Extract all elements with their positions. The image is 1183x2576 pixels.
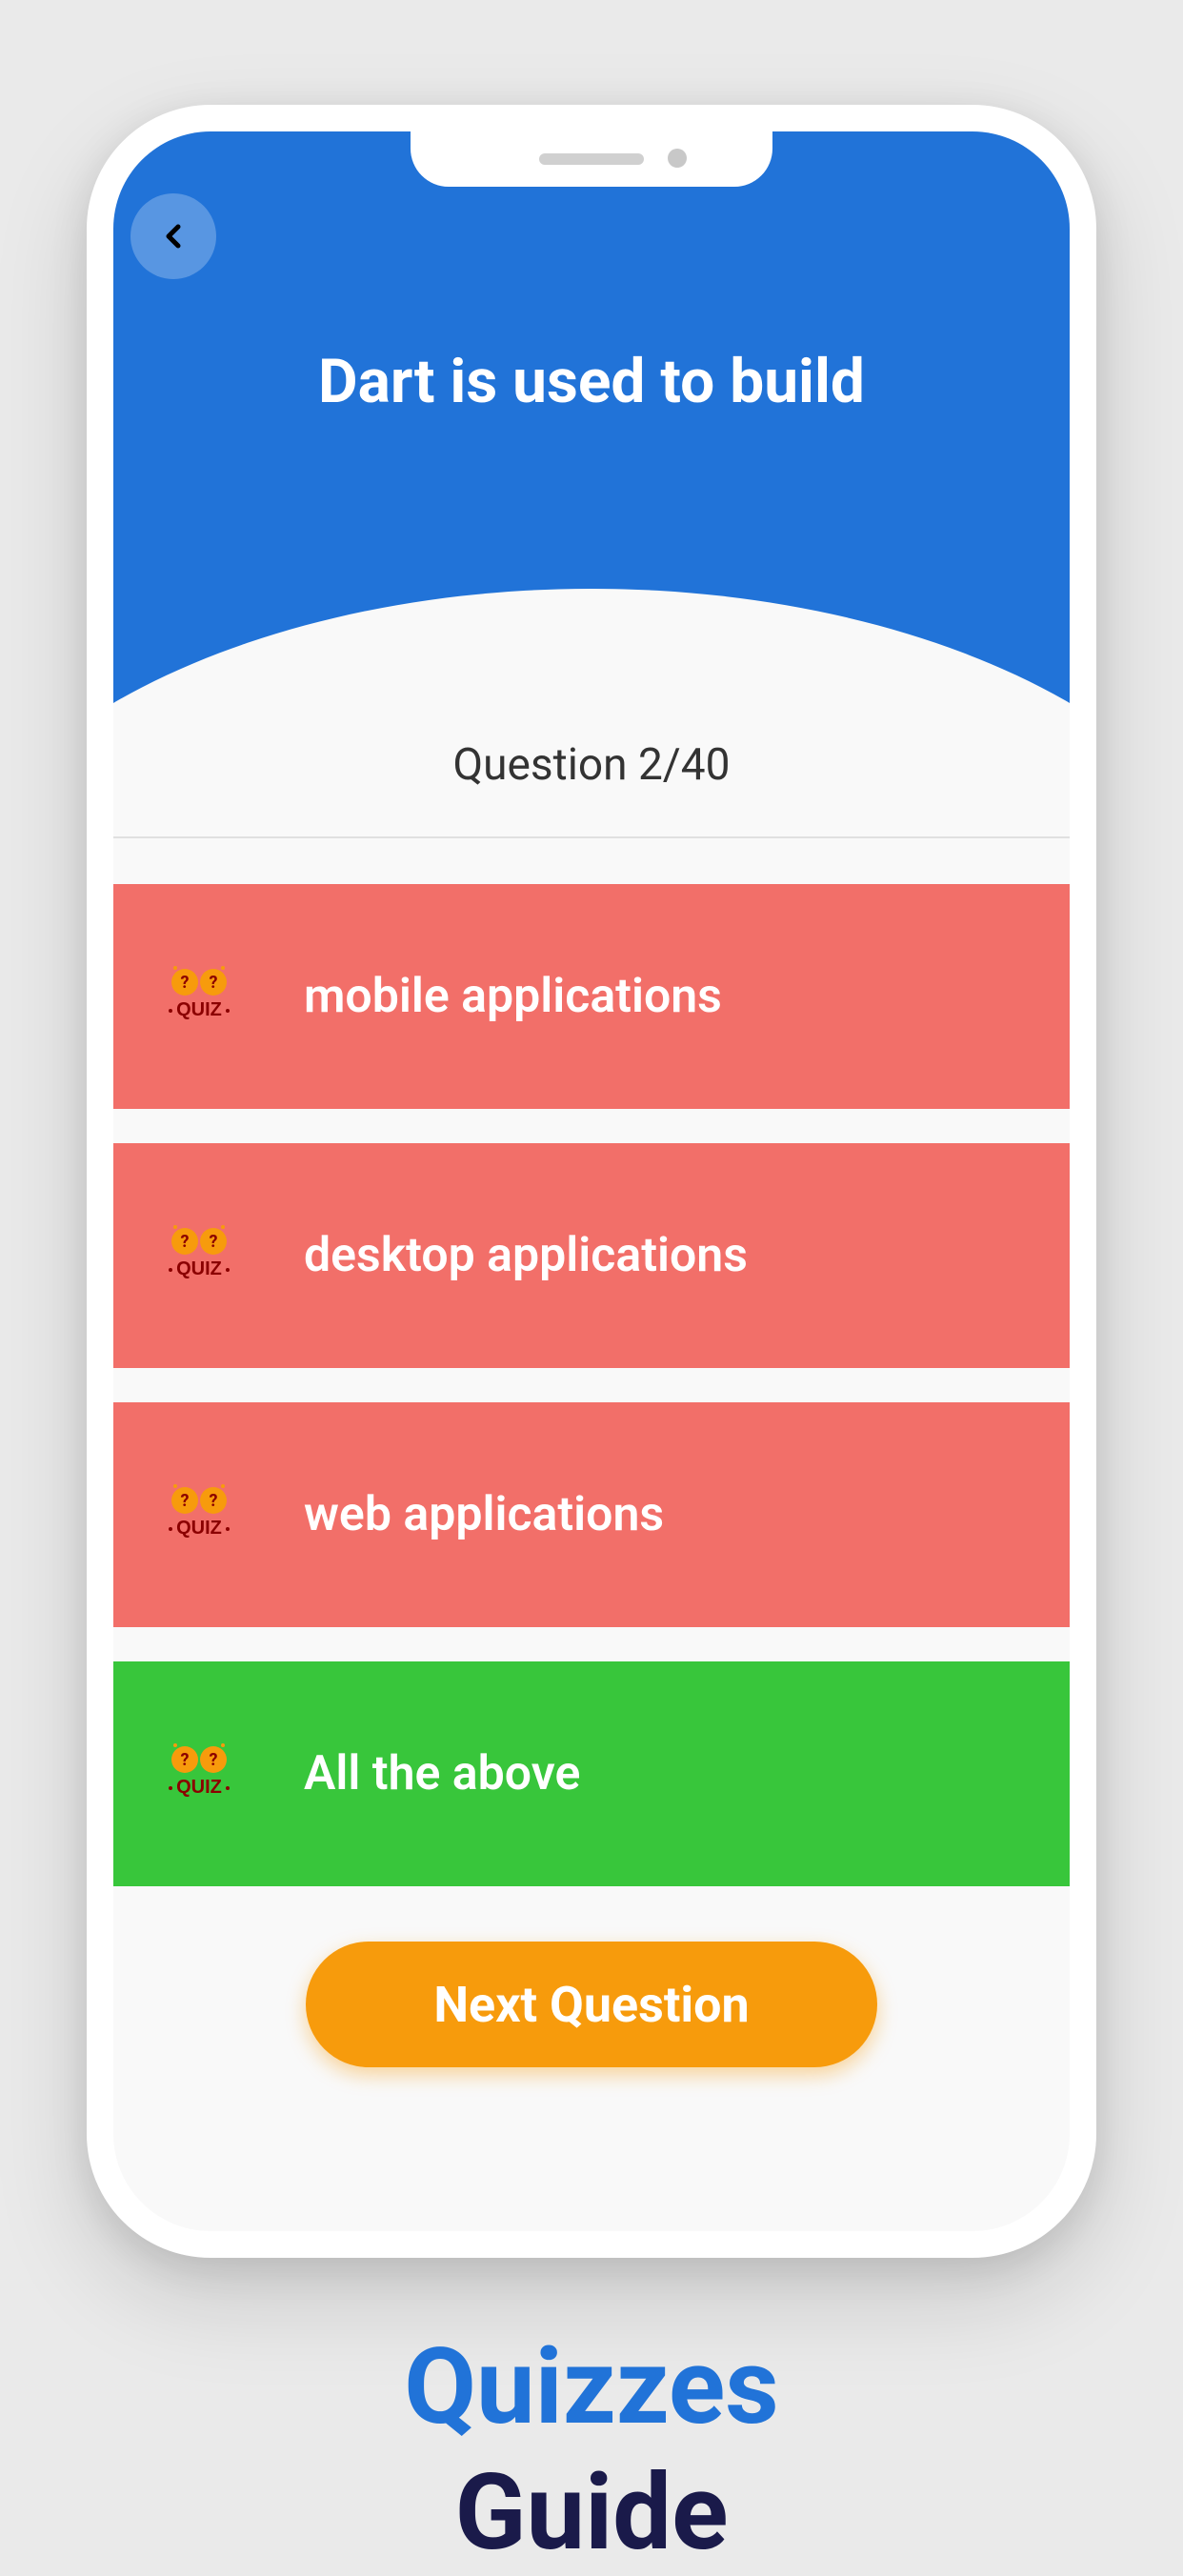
- divider: [113, 836, 1070, 838]
- svg-text:QUIZ: QUIZ: [176, 1258, 222, 1279]
- quiz-icon: ? ? QUIZ: [161, 1218, 237, 1294]
- svg-text:?: ?: [181, 973, 190, 993]
- option-text: mobile applications: [304, 969, 722, 1024]
- svg-text:?: ?: [210, 1491, 218, 1511]
- option-2[interactable]: ? ? QUIZ desktop applications: [113, 1143, 1070, 1368]
- option-text: desktop applications: [304, 1228, 748, 1283]
- speaker-grille: [539, 153, 644, 165]
- option-3[interactable]: ? ? QUIZ web applications: [113, 1402, 1070, 1627]
- question-counter: Question 2/40: [113, 739, 1070, 791]
- quiz-icon: ? ? QUIZ: [161, 1477, 237, 1553]
- phone-notch: [411, 131, 772, 187]
- svg-text:?: ?: [181, 1491, 190, 1511]
- next-question-button[interactable]: Next Question: [306, 1942, 877, 2067]
- back-button[interactable]: [130, 193, 216, 279]
- svg-text:?: ?: [181, 1232, 190, 1252]
- marketing-caption: Quizzes Guide: [0, 2324, 1183, 2576]
- phone-screen: Dart is used to build Question 2/40 ? ? …: [113, 131, 1070, 2231]
- question-title: Dart is used to build: [113, 346, 1070, 417]
- options-container: ? ? QUIZ mobile applications: [113, 884, 1070, 1921]
- quiz-icon: ? ? QUIZ: [161, 958, 237, 1035]
- svg-text:?: ?: [210, 973, 218, 993]
- option-1[interactable]: ? ? QUIZ mobile applications: [113, 884, 1070, 1109]
- chevron-left-icon: [154, 217, 192, 255]
- quiz-header: Dart is used to build: [113, 131, 1070, 732]
- option-4[interactable]: ? ? QUIZ All the above: [113, 1661, 1070, 1886]
- header-curve: [113, 589, 1070, 732]
- option-text: web applications: [304, 1487, 664, 1542]
- phone-frame: Dart is used to build Question 2/40 ? ? …: [87, 105, 1096, 2258]
- svg-text:?: ?: [181, 1750, 190, 1770]
- front-camera: [668, 149, 687, 168]
- svg-text:?: ?: [210, 1232, 218, 1252]
- svg-text:QUIZ: QUIZ: [176, 1518, 222, 1539]
- caption-line-1: Quizzes: [0, 2324, 1183, 2450]
- caption-line-2: Guide: [0, 2450, 1183, 2576]
- option-text: All the above: [304, 1746, 580, 1801]
- quiz-icon: ? ? QUIZ: [161, 1736, 237, 1812]
- svg-text:QUIZ: QUIZ: [176, 999, 222, 1020]
- svg-text:QUIZ: QUIZ: [176, 1777, 222, 1798]
- svg-text:?: ?: [210, 1750, 218, 1770]
